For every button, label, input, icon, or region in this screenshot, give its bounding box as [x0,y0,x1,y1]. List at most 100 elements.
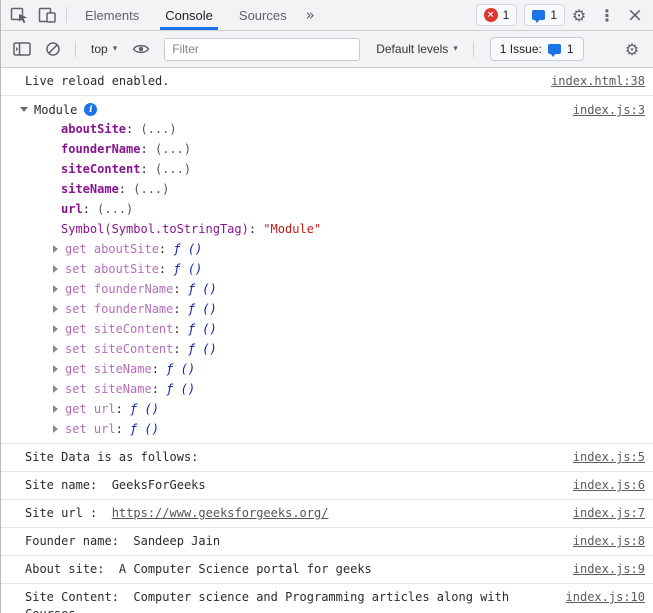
colon-separator: : [158,262,174,276]
devtools-tabbar: Elements Console Sources » × 1 1 ⚙ ⋮ × [1,0,653,31]
error-count: 1 [502,8,510,22]
object-property-row: siteName: (...) [13,179,645,199]
console-log-row: Site Data is as follows: index.js:5 [1,444,653,472]
lazy-getter-value[interactable]: (...) [155,142,191,156]
console-messages: Live reload enabled. index.html:38 Modul… [1,68,653,613]
lazy-getter-value[interactable]: (...) [140,122,176,136]
block-icon [46,42,60,56]
tab-console[interactable]: Console [152,0,226,30]
function-value: ƒ () [187,282,217,296]
object-accessor-row[interactable]: set url: ƒ () [13,419,645,439]
object-accessor-row[interactable]: set founderName: ƒ () [13,299,645,319]
disclosure-triangle-collapsed-icon[interactable] [53,325,58,333]
disclosure-triangle-collapsed-icon[interactable] [53,365,58,373]
source-link[interactable]: index.js:3 [573,101,645,119]
object-header-row[interactable]: Module i index.js:3 [13,101,645,119]
issues-button[interactable]: 1 Issue: 1 [489,37,584,61]
logged-url-link[interactable]: https://www.geeksforgeeks.org/ [112,506,329,520]
log-text-prefix: Site url : [25,506,112,520]
lazy-getter-value[interactable]: (...) [97,202,133,216]
property-name: siteContent [61,162,141,176]
issues-counter-badge[interactable]: 1 [524,4,565,26]
object-accessor-row[interactable]: set aboutSite: ƒ () [13,259,645,279]
object-accessor-row[interactable]: set siteContent: ƒ () [13,339,645,359]
tab-label: Console [165,7,213,23]
accessor-name: get url [65,402,116,416]
source-link[interactable]: index.js:8 [573,533,645,550]
console-log-row: About site: A Computer Science portal fo… [1,556,653,584]
console-sidebar-toggle-icon[interactable] [8,35,36,63]
object-accessor-row[interactable]: get siteContent: ƒ () [13,319,645,339]
object-accessor-row[interactable]: get founderName: ƒ () [13,279,645,299]
tab-elements[interactable]: Elements [72,0,152,30]
source-link[interactable]: index.js:6 [573,477,645,494]
object-accessor-row[interactable]: get aboutSite: ƒ () [13,239,645,259]
colon-separator: : [173,342,188,356]
property-name: siteName [61,182,119,196]
disclosure-triangle-expanded-icon[interactable] [20,107,28,112]
log-text: Live reload enabled. [25,74,170,88]
log-levels-dropdown[interactable]: Default levels ▾ [369,39,465,59]
source-link[interactable]: index.html:38 [551,73,645,90]
log-text: Site url : https://www.geeksforgeeks.org… [25,505,561,522]
device-toolbar-icon[interactable] [33,1,61,29]
disclosure-triangle-collapsed-icon[interactable] [53,245,58,253]
source-link[interactable]: index.js:9 [573,561,645,578]
colon-separator: : [115,402,131,416]
disclosure-triangle-collapsed-icon[interactable] [53,345,58,353]
console-toolbar: top ▾ Default levels ▾ 1 Issue: 1 ⚙ [1,31,653,68]
console-log-row: Live reload enabled. index.html:38 [1,68,653,96]
disclosure-triangle-collapsed-icon[interactable] [53,425,58,433]
context-selector-dropdown[interactable]: top ▾ [84,39,124,59]
function-value: ƒ () [173,262,203,276]
more-tabs-icon[interactable]: » [300,6,321,24]
source-link[interactable]: index.js:5 [573,449,645,466]
log-levels-value: Default levels [376,42,449,56]
disclosure-triangle-collapsed-icon[interactable] [53,305,58,313]
function-value: ƒ () [166,382,196,396]
inspect-element-icon[interactable] [5,1,33,29]
property-name: founderName [61,142,141,156]
console-object-group: Module i index.js:3 aboutSite: (...) fou… [1,96,653,444]
object-property-row: siteContent: (...) [13,159,645,179]
log-text: Founder name: Sandeep Jain [25,534,221,548]
filter-input[interactable] [164,37,361,61]
object-property-row: url: (...) [13,199,645,219]
disclosure-triangle-collapsed-icon[interactable] [53,265,58,273]
settings-gear-icon[interactable]: ⚙ [565,1,593,29]
object-accessor-row[interactable]: get siteName: ƒ () [13,359,645,379]
lazy-getter-value[interactable]: (...) [133,182,169,196]
function-value: ƒ () [173,242,203,256]
object-class-name[interactable]: Module [34,101,77,119]
close-devtools-icon[interactable]: × [621,1,649,29]
tab-sources[interactable]: Sources [226,0,300,30]
function-value: ƒ () [130,422,159,436]
error-counter-badge[interactable]: × 1 [475,4,518,26]
source-link[interactable]: index.js:7 [573,505,645,522]
console-log-row: Site Content: Computer science and Progr… [1,584,653,613]
colon-separator: : [115,422,131,436]
disclosure-triangle-collapsed-icon[interactable] [53,385,58,393]
disclosure-triangle-collapsed-icon[interactable] [53,285,58,293]
customize-menu-icon[interactable]: ⋮ [593,1,621,29]
colon-separator: : [140,142,155,156]
info-icon: i [84,103,98,116]
function-value: ƒ () [130,402,159,416]
log-text: Site Data is as follows: [25,450,199,464]
console-settings-gear-icon[interactable]: ⚙ [618,35,646,63]
live-expression-eye-icon[interactable] [127,35,155,63]
lazy-getter-value[interactable]: (...) [155,162,191,176]
tab-label: Elements [85,7,140,23]
clear-console-icon[interactable] [39,35,67,63]
source-link[interactable]: index.js:10 [566,589,645,606]
toolbar-separator [66,7,67,23]
console-log-row: Site name: GeeksForGeeks index.js:6 [1,472,653,500]
issues-button-count: 1 [566,42,574,56]
object-accessor-row[interactable]: set siteName: ƒ () [13,379,645,399]
error-x-glyph: × [486,10,495,20]
object-accessor-row[interactable]: get url: ƒ () [13,399,645,419]
chevron-down-icon: ▾ [453,44,458,54]
device-phone-tablet-icon [38,7,56,23]
disclosure-triangle-collapsed-icon[interactable] [53,405,58,413]
toolbar-separator [472,41,474,57]
